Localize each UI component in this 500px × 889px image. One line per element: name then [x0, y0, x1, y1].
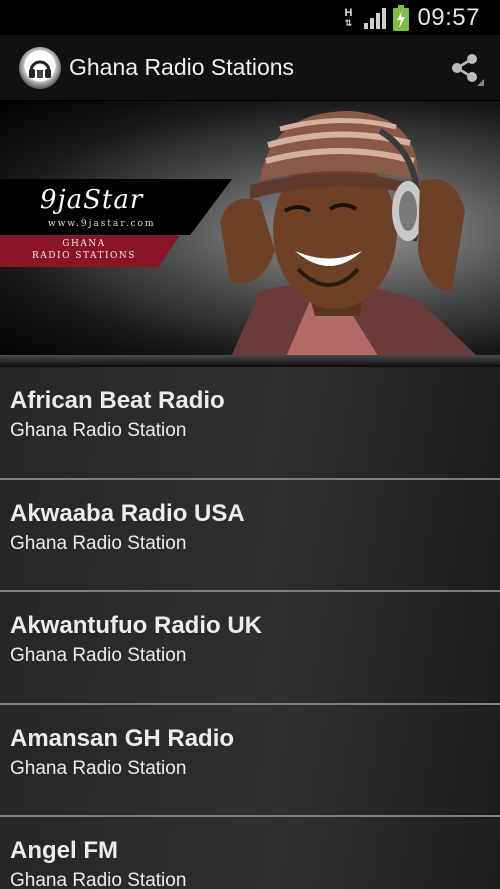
station-item-amansan-gh-radio[interactable]: Amansan GH Radio Ghana Radio Station: [0, 704, 500, 817]
station-subtitle: Ghana Radio Station: [10, 870, 187, 889]
network-type-label: H: [344, 6, 353, 19]
station-name: Akwantufuo Radio UK: [10, 612, 262, 639]
station-name: Amansan GH Radio: [10, 724, 235, 752]
station-subtitle: Ghana Radio Station: [10, 757, 187, 779]
action-bar: Ghana Radio Stations: [0, 35, 500, 101]
banner-ribbon: GHANA RADIO STATIONS: [0, 235, 180, 267]
ribbon-line-2: RADIO STATIONS: [32, 251, 136, 261]
status-clock: 09:57: [417, 3, 480, 31]
station-list: African Beat Radio Ghana Radio Station A…: [0, 367, 500, 889]
brand-url: www.9jastar.com: [48, 219, 156, 229]
header-banner: 9jaStar www.9jastar.com GHANA RADIO STAT…: [0, 101, 500, 359]
station-name: African Beat Radio: [10, 387, 225, 414]
station-item-akwantufuo-radio-uk[interactable]: Akwantufuo Radio UK Ghana Radio Station: [0, 592, 500, 705]
station-name: Akwaaba Radio USA: [10, 499, 245, 527]
station-name: Angel FM: [10, 837, 118, 864]
share-button[interactable]: [446, 48, 486, 88]
data-arrows-icon: ⇅: [344, 17, 353, 28]
station-subtitle: Ghana Radio Station: [10, 645, 187, 666]
status-bar: H ⇅ 09:57: [0, 0, 500, 35]
station-item-akwaaba-radio-usa[interactable]: Akwaaba Radio USA Ghana Radio Station: [0, 479, 500, 592]
station-item-angel-fm[interactable]: Angel FM Ghana Radio Station: [0, 817, 500, 889]
station-item-african-beat-radio[interactable]: African Beat Radio Ghana Radio Station: [0, 367, 500, 480]
signal-strength-icon: [364, 7, 387, 29]
station-subtitle: Ghana Radio Station: [10, 532, 187, 554]
battery-charging-icon: [393, 4, 410, 31]
headphones-icon: [29, 60, 51, 78]
station-subtitle: Ghana Radio Station: [10, 420, 187, 441]
brand-logo-text: 9jaStar: [40, 185, 144, 215]
share-icon: [452, 54, 484, 86]
network-type-indicator: H ⇅: [341, 6, 355, 28]
app-title: Ghana Radio Stations: [69, 54, 295, 80]
banner-divider: [0, 355, 500, 367]
ribbon-line-1: GHANA: [62, 239, 106, 249]
app-logo-icon[interactable]: [19, 46, 61, 89]
man-with-headphones-photo: [220, 111, 480, 359]
